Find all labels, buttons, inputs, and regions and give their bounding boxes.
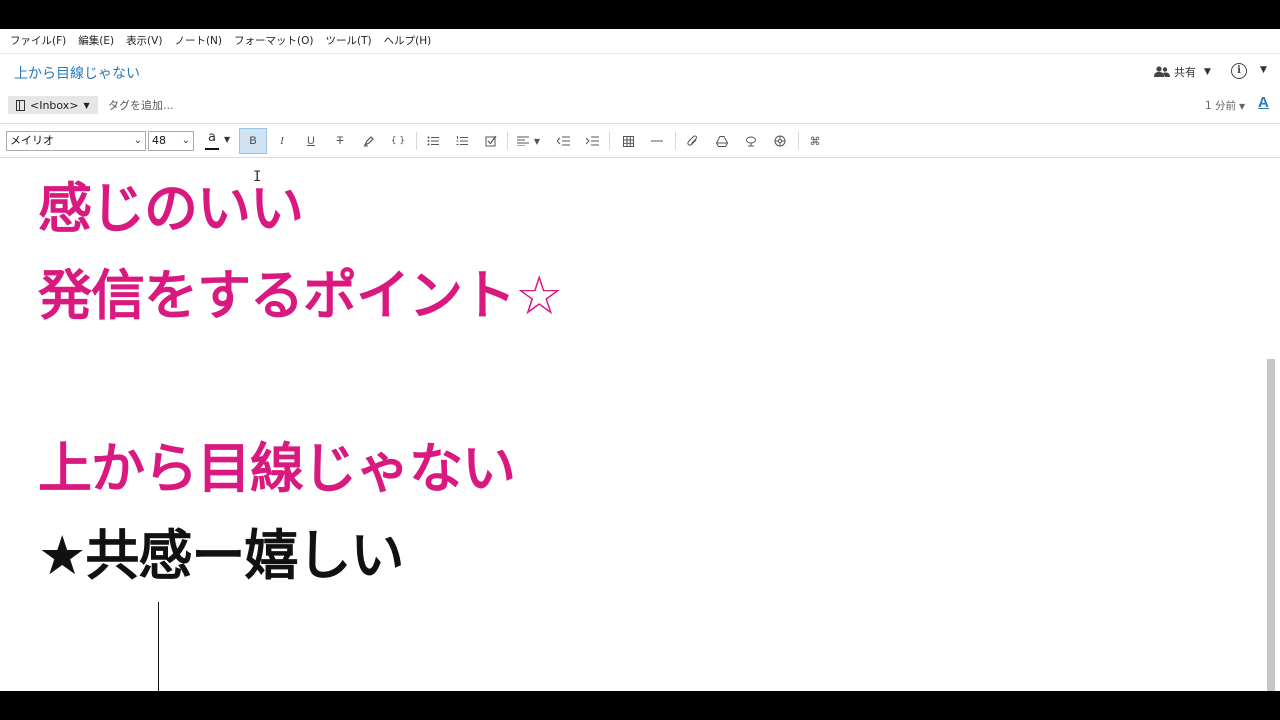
chevron-down-icon: ▼ bbox=[83, 100, 90, 110]
people-icon bbox=[1154, 66, 1170, 77]
font-settings-icon[interactable]: A bbox=[1258, 94, 1269, 111]
attach-button[interactable] bbox=[682, 131, 704, 151]
note-line-4[interactable]: ★共感ー嬉しい bbox=[38, 529, 404, 583]
underline-glyph: U bbox=[307, 135, 315, 147]
indent-button[interactable] bbox=[581, 131, 603, 151]
scrollbar-thumb[interactable] bbox=[1267, 359, 1275, 691]
google-drive-button[interactable] bbox=[711, 131, 733, 151]
italic-button[interactable]: I bbox=[271, 131, 293, 151]
menu-help[interactable]: ヘルプ(H) bbox=[380, 29, 436, 53]
info-icon[interactable]: i bbox=[1231, 63, 1247, 79]
command-icon: ⌘ bbox=[809, 134, 821, 148]
menu-tools[interactable]: ツール(T) bbox=[321, 29, 375, 53]
sketch-icon bbox=[746, 136, 756, 147]
notebook-name: <Inbox> bbox=[30, 98, 79, 112]
highlighter-icon bbox=[363, 136, 374, 147]
bold-glyph: B bbox=[249, 135, 257, 147]
strike-glyph: T bbox=[336, 135, 344, 147]
table-icon bbox=[622, 135, 634, 147]
horizontal-rule-button[interactable] bbox=[646, 131, 668, 151]
note-title[interactable]: 上から目線じゃない bbox=[14, 63, 140, 83]
chevron-down-icon: ⌄ bbox=[133, 135, 142, 146]
drive-icon bbox=[716, 135, 728, 147]
code-glyph: { } bbox=[390, 136, 406, 146]
numbered-list-icon bbox=[456, 136, 468, 145]
paperclip-icon bbox=[687, 135, 698, 146]
format-toolbar: メイリオ ⌄ 48 ⌄ a ▼ B I U T { } ▼ ⌘ bbox=[0, 123, 1280, 158]
italic-glyph: I bbox=[280, 135, 284, 147]
note-line-1[interactable]: 感じのいい bbox=[38, 182, 304, 236]
text-color-button[interactable]: a bbox=[204, 130, 220, 152]
notebook-row: <Inbox> ▼ タグを追加... 1 分前 ▼ A bbox=[0, 87, 1280, 123]
toolbar-divider bbox=[675, 132, 676, 150]
title-row: 上から目線じゃない 共有 ▼ i ▼ bbox=[0, 53, 1280, 87]
note-line-3[interactable]: 上から目線じゃない bbox=[38, 442, 516, 496]
font-family-select[interactable]: メイリオ ⌄ bbox=[6, 131, 146, 151]
indent-icon bbox=[585, 136, 599, 146]
more-chevron-icon[interactable]: ▼ bbox=[1260, 65, 1267, 75]
underline-button[interactable]: U bbox=[300, 131, 322, 151]
code-block-button[interactable]: { } bbox=[387, 131, 409, 151]
menu-file[interactable]: ファイル(F) bbox=[6, 29, 70, 53]
checkbox-icon bbox=[485, 135, 497, 147]
add-tag-input[interactable]: タグを追加... bbox=[108, 97, 174, 113]
mouse-ibeam-icon: I bbox=[253, 169, 262, 185]
chevron-down-icon: ⌄ bbox=[181, 135, 190, 146]
align-caret-icon[interactable]: ▼ bbox=[530, 131, 544, 151]
share-button[interactable]: 共有 ▼ bbox=[1154, 64, 1211, 80]
screen-top-bar bbox=[0, 0, 1280, 29]
chevron-down-icon[interactable]: ▼ bbox=[1204, 67, 1211, 77]
numbered-list-button[interactable] bbox=[451, 131, 473, 151]
font-size-value: 48 bbox=[152, 134, 166, 147]
screen-bottom-bar bbox=[0, 691, 1280, 720]
shortcut-button[interactable]: ⌘ bbox=[804, 131, 826, 151]
horizontal-rule-icon bbox=[651, 140, 663, 142]
last-updated-label: 1 分前 bbox=[1205, 100, 1237, 112]
checkbox-button[interactable] bbox=[480, 131, 502, 151]
font-size-select[interactable]: 48 ⌄ bbox=[148, 131, 194, 151]
align-left-icon bbox=[517, 136, 529, 146]
last-updated[interactable]: 1 分前 ▼ bbox=[1205, 98, 1245, 113]
bullet-list-icon bbox=[427, 136, 439, 146]
menu-bar: ファイル(F) 編集(E) 表示(V) ノート(N) フォーマット(O) ツール… bbox=[0, 29, 1280, 53]
note-body-editor[interactable]: 感じのいい 発信をするポイント☆ 上から目線じゃない ★共感ー嬉しい bbox=[0, 158, 1280, 691]
notebook-icon bbox=[16, 99, 25, 111]
font-family-value: メイリオ bbox=[10, 134, 54, 147]
menu-edit[interactable]: 編集(E) bbox=[74, 29, 118, 53]
bold-button[interactable]: B bbox=[239, 128, 267, 154]
note-editor-window: ファイル(F) 編集(E) 表示(V) ノート(N) フォーマット(O) ツール… bbox=[0, 29, 1280, 691]
menu-format[interactable]: フォーマット(O) bbox=[230, 29, 317, 53]
menu-note[interactable]: ノート(N) bbox=[170, 29, 226, 53]
toolbar-divider bbox=[416, 132, 417, 150]
highlight-button[interactable] bbox=[358, 131, 380, 151]
toolbar-divider bbox=[609, 132, 610, 150]
sketch-button[interactable] bbox=[740, 131, 762, 151]
insert-table-button[interactable] bbox=[617, 131, 639, 151]
notebook-selector[interactable]: <Inbox> ▼ bbox=[8, 96, 98, 114]
toolbar-divider bbox=[507, 132, 508, 150]
outdent-icon bbox=[556, 136, 570, 146]
bullet-list-button[interactable] bbox=[422, 131, 444, 151]
note-line-2[interactable]: 発信をするポイント☆ bbox=[38, 269, 563, 323]
media-button[interactable] bbox=[769, 131, 791, 151]
text-cursor bbox=[158, 602, 159, 691]
strikethrough-button[interactable]: T bbox=[329, 131, 351, 151]
text-color-caret-icon[interactable]: ▼ bbox=[224, 135, 230, 144]
share-label: 共有 bbox=[1174, 66, 1196, 79]
outdent-button[interactable] bbox=[552, 131, 574, 151]
media-icon bbox=[774, 135, 786, 147]
menu-view[interactable]: 表示(V) bbox=[122, 29, 166, 53]
chevron-down-icon: ▼ bbox=[1239, 102, 1246, 111]
toolbar-divider bbox=[798, 132, 799, 150]
